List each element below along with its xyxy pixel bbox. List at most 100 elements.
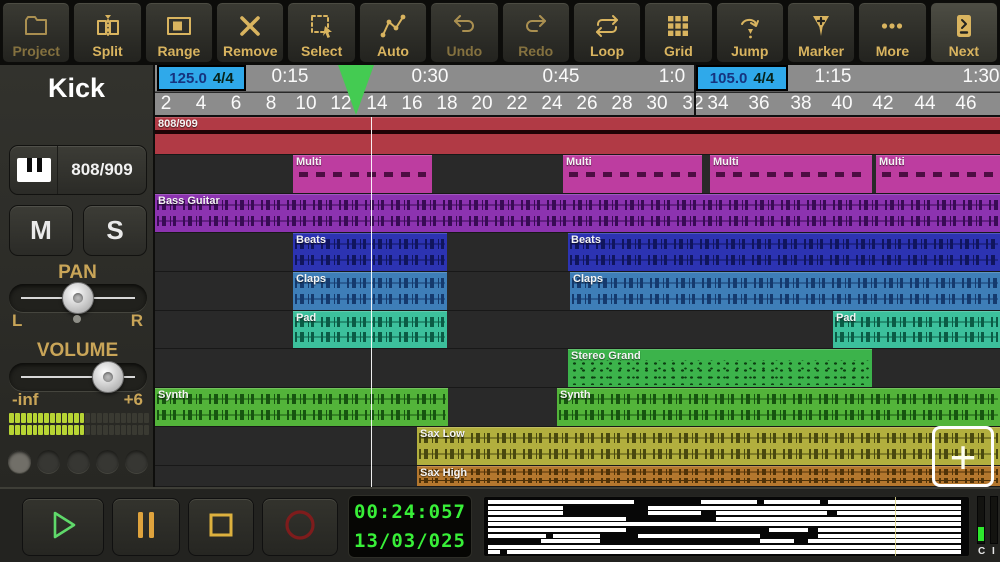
toolbar-button-redo[interactable]: Redo xyxy=(501,2,570,63)
clip-label: Multi xyxy=(713,156,739,168)
clip-stereo-grand[interactable]: Stereo Grand xyxy=(568,349,872,387)
toolbar-button-next[interactable]: Next xyxy=(929,2,999,63)
overview-position-line xyxy=(895,497,897,556)
meter-segment xyxy=(120,425,126,435)
meter-segment xyxy=(79,425,85,435)
toolbar-button-marker[interactable]: Marker xyxy=(786,2,856,63)
clip-claps[interactable]: Claps xyxy=(293,272,447,310)
toolbar-button-select[interactable]: Select xyxy=(287,2,356,63)
clip-multi[interactable]: Multi xyxy=(710,155,872,193)
meter-segment xyxy=(26,425,32,435)
clip-bass-guitar[interactable]: Bass Guitar xyxy=(155,194,1000,232)
meter-segment xyxy=(56,425,61,435)
stop-icon xyxy=(206,510,236,545)
toolbar-button-loop[interactable]: Loop xyxy=(572,2,642,63)
play-button[interactable] xyxy=(22,498,104,556)
track-row-sax-high: Sax High xyxy=(155,466,1000,487)
meter-segment xyxy=(20,413,26,423)
tempo-marker[interactable]: 125.0 4/4 xyxy=(157,65,246,91)
toolbar-button-project[interactable]: Project xyxy=(2,2,71,63)
clip-pad[interactable]: Pad xyxy=(833,311,1000,348)
instrument-button[interactable]: 808/909 xyxy=(9,145,147,195)
meter-segment xyxy=(126,425,132,435)
input-meter-label: I xyxy=(992,546,995,557)
date-display: 13/03/025 xyxy=(354,530,466,552)
bar-number: 34 xyxy=(707,93,729,114)
pause-button[interactable] xyxy=(112,498,180,556)
meter-segment xyxy=(73,425,79,435)
clip-multi[interactable]: Multi xyxy=(293,155,432,193)
clip-claps[interactable]: Claps xyxy=(570,272,1000,310)
clip-beats[interactable]: Beats xyxy=(293,233,447,271)
toolbar-button-range[interactable]: Range xyxy=(144,2,214,63)
loop-icon xyxy=(593,9,621,43)
volume-slider[interactable] xyxy=(9,361,147,393)
page-dot-0[interactable] xyxy=(8,450,31,473)
page-dot-3[interactable] xyxy=(95,450,119,473)
pan-slider[interactable] xyxy=(9,282,147,314)
meter-segment xyxy=(67,413,73,423)
page-dot-2[interactable] xyxy=(66,450,90,473)
bar-number: 26 xyxy=(576,93,598,114)
playhead-marker[interactable] xyxy=(338,65,374,115)
clip-sax-high[interactable]: Sax High xyxy=(417,466,1000,486)
tempo-marker[interactable]: 105.0 4/4 xyxy=(696,65,788,91)
record-button[interactable] xyxy=(262,498,338,556)
clip-label: Beats xyxy=(571,234,601,246)
clip-beats[interactable]: Beats xyxy=(568,233,1000,271)
clip-synth[interactable]: Synth xyxy=(155,388,448,426)
overview-clip-bar xyxy=(715,516,961,521)
bar-number: 16 xyxy=(401,93,423,114)
toolbar-button-undo[interactable]: Undo xyxy=(430,2,499,63)
track-control-panel: Kick 808/909 M S PAN L R VOLUME -inf +6 xyxy=(0,65,155,487)
automation-icon xyxy=(379,9,407,43)
clip-pad[interactable]: Pad xyxy=(293,311,447,348)
toolbar-button-label: Auto xyxy=(377,43,409,59)
toolbar-button-auto[interactable]: Auto xyxy=(358,2,428,63)
meter-segment xyxy=(50,413,55,423)
bar-number: 2 xyxy=(160,93,172,114)
toolbar-button-label: Redo xyxy=(518,43,554,59)
solo-button[interactable]: S xyxy=(83,205,147,256)
stop-button[interactable] xyxy=(188,498,254,556)
mute-button[interactable]: M xyxy=(9,205,73,256)
toolbar-button-label: Jump xyxy=(731,43,769,59)
time-ruler-label: 0:30 xyxy=(411,66,449,87)
bar-number: 20 xyxy=(471,93,493,114)
remove-icon xyxy=(236,9,264,43)
daw-app: Project Split Range Remove Select Auto Undo Red… xyxy=(0,0,1000,562)
toolbar-button-more[interactable]: More xyxy=(858,2,927,63)
meter-segment xyxy=(144,413,149,423)
clip-synth[interactable]: Synth xyxy=(557,388,1000,426)
overview-clip-bar xyxy=(488,550,501,555)
bar-number: 28 xyxy=(611,93,633,114)
toolbar-button-split[interactable]: Split xyxy=(73,2,142,63)
meter-segment xyxy=(61,413,67,423)
toolbar-button-jump[interactable]: Jump xyxy=(715,2,784,63)
volume-knob[interactable] xyxy=(92,361,125,393)
meter-segment xyxy=(114,425,120,435)
volume-max-label: +6 xyxy=(123,390,143,409)
toolbar-button-remove[interactable]: Remove xyxy=(216,2,285,63)
clip-sax-low[interactable]: Sax Low xyxy=(417,427,1000,465)
add-track-button[interactable]: + xyxy=(932,426,994,487)
pan-knob[interactable] xyxy=(62,282,94,314)
project-overview-minimap[interactable] xyxy=(483,496,970,557)
overview-clip-bar xyxy=(837,511,961,516)
meter-segment xyxy=(97,425,102,435)
overview-clip-bar xyxy=(827,500,961,504)
clip-multi[interactable]: Multi xyxy=(563,155,702,193)
bar-ruler[interactable]: 2 4 6 8 10 12 14 16 18 20 22 24 26 28 30 32 34 36 38 40 42 44… xyxy=(155,93,1000,117)
page-dot-4[interactable] xyxy=(125,450,148,473)
time-ruler[interactable]: 0:15 0:30 0:45 1:0 1:15 1:30 125.0 4/4 105.0 4/4 xyxy=(155,65,1000,92)
page-dot-1[interactable] xyxy=(37,450,61,473)
level-meter xyxy=(9,413,149,435)
meter-segment xyxy=(44,413,50,423)
clip-808-909[interactable]: 808/909 xyxy=(155,117,1000,154)
meter-segment xyxy=(67,425,73,435)
time-counter: 00:24:057 xyxy=(354,501,466,523)
clip-label: Stereo Grand xyxy=(571,350,641,362)
meter-segment xyxy=(56,413,61,423)
toolbar-button-grid[interactable]: Grid xyxy=(644,2,713,63)
clip-multi[interactable]: Multi xyxy=(876,155,1000,193)
